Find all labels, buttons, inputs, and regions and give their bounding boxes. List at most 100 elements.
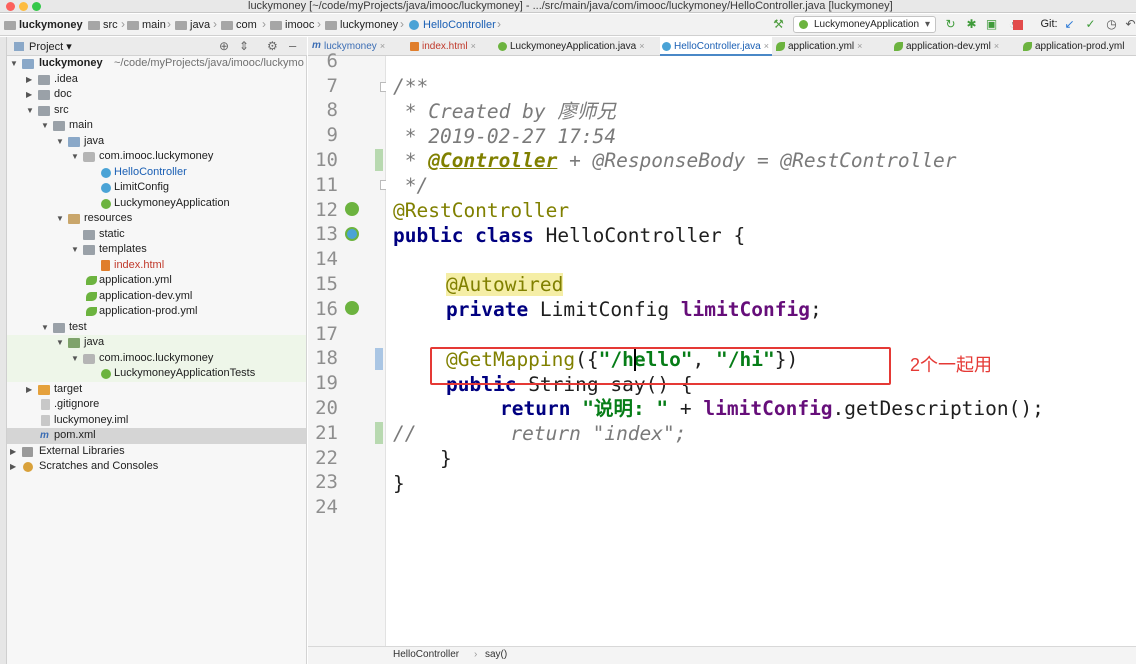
tree-item-java-test[interactable]: ▼ java <box>7 335 306 351</box>
tree-item-limitconfig[interactable]: LimitConfig <box>7 180 306 196</box>
revert-icon[interactable]: ↶ <box>1124 18 1136 31</box>
line-number: 6 <box>326 50 338 72</box>
class-icon <box>409 20 419 30</box>
breadcrumb-com[interactable]: com <box>221 18 257 32</box>
tree-item-doc[interactable]: ▶ doc <box>7 87 306 103</box>
history-icon[interactable]: ◷ <box>1105 18 1118 31</box>
expanded-arrow-icon: ▼ <box>71 152 79 161</box>
line-number: 16 <box>315 297 338 320</box>
expanded-arrow-icon: ▼ <box>41 322 49 332</box>
folder-icon <box>38 74 50 85</box>
breadcrumb-main[interactable]: main <box>127 18 166 32</box>
vcs-change-marker <box>375 422 383 444</box>
minimize-window-button[interactable] <box>19 2 28 11</box>
close-tab-icon[interactable]: × <box>639 41 644 51</box>
project-view-select[interactable]: Project ▾ <box>29 40 72 53</box>
tree-item-src[interactable]: ▼ src <box>7 103 306 119</box>
collapse-all-icon[interactable]: ⇕ <box>239 39 249 53</box>
tree-item-luckymoney[interactable]: ▼ luckymoney ~/code/myProjects/java/imoo… <box>7 56 306 72</box>
git-update-icon[interactable]: ↙ <box>1063 18 1076 31</box>
breadcrumb-imooc[interactable]: imooc <box>270 18 314 32</box>
close-tab-icon[interactable]: × <box>471 41 476 51</box>
run-configuration-select[interactable]: LuckymoneyApplication ▾ <box>793 16 936 33</box>
tree-item-idea[interactable]: ▶ .idea <box>7 72 306 88</box>
tree-item-package-test[interactable]: ▼ com.imooc.luckymoney <box>7 350 306 366</box>
close-tab-icon[interactable]: × <box>764 41 769 51</box>
tree-item-luckymoney-iml[interactable]: luckymoney.iml <box>7 413 306 429</box>
tree-item-static[interactable]: static <box>7 227 306 243</box>
tree-item-application-yml[interactable]: application.yml <box>7 273 306 289</box>
stop-icon[interactable] <box>1013 20 1023 30</box>
breadcrumb-src[interactable]: src <box>86 18 118 32</box>
code-line-15: @Autowired <box>446 273 564 297</box>
close-window-button[interactable] <box>6 2 15 11</box>
annotation-note: 2个一起用 <box>910 355 993 375</box>
hide-panel-icon[interactable]: – <box>289 38 296 53</box>
maximize-window-button[interactable] <box>32 2 41 11</box>
tab-index-html[interactable]: index.html × <box>408 37 494 56</box>
yml-file-icon <box>86 276 97 285</box>
tree-item-application-prod-yml[interactable]: application-prod.yml <box>7 304 306 320</box>
breadcrumb-java[interactable]: java <box>175 18 210 32</box>
tree-item-resources[interactable]: ▼ resources <box>7 211 306 227</box>
tree-item-label: src <box>54 103 69 116</box>
debug-icon[interactable]: ✱ <box>965 18 978 31</box>
folder-icon <box>83 229 95 240</box>
chevron-right-icon: › <box>262 17 266 31</box>
close-tab-icon[interactable]: × <box>857 41 862 51</box>
tree-item-java-main[interactable]: ▼ java <box>7 134 306 150</box>
tab-application-dev-yml[interactable]: application-dev.yml × <box>892 37 1012 56</box>
code-line-10: * @Controller + @ResponseBody = @RestCon… <box>393 149 957 173</box>
spring-bean-icon[interactable] <box>345 202 359 216</box>
expanded-arrow-icon: ▼ <box>41 121 49 130</box>
breadcrumb-hellocontroller[interactable]: HelloController <box>409 18 496 32</box>
navigate-to-bean-icon[interactable] <box>345 301 359 315</box>
tree-item-application-dev-yml[interactable]: application-dev.yml <box>7 289 306 305</box>
tree-item-luckymoneyapplicationtests[interactable]: LuckymoneyApplicationTests <box>7 366 306 382</box>
tree-item-label: application.yml <box>99 274 172 286</box>
tab-application-prod-yml[interactable]: application-prod.yml <box>1021 37 1136 56</box>
tree-item-luckymoneyapplication[interactable]: LuckymoneyApplication <box>7 196 306 212</box>
tab-luckymoneyapplication[interactable]: LuckymoneyApplication.java × <box>496 37 656 56</box>
gear-icon[interactable]: ⚙ <box>267 39 278 53</box>
editor-gutter: 6 7 8 9 10 11 12 13 14 15 16 17 18 19 20… <box>308 50 388 646</box>
text-caret <box>634 349 636 371</box>
close-tab-icon[interactable]: × <box>380 41 385 51</box>
breadcrumb-luckymoney-pkg[interactable]: luckymoney <box>325 18 398 32</box>
git-commit-icon[interactable]: ✓ <box>1084 18 1097 31</box>
locate-icon[interactable]: ⊕ <box>219 39 229 53</box>
editor-tabs: m luckymoney × index.html × LuckymoneyAppl… <box>308 37 1136 56</box>
spring-class-icon[interactable] <box>345 227 359 241</box>
breadcrumb-method[interactable]: say() <box>485 649 507 660</box>
tree-item-pom-xml[interactable]: m pom.xml <box>7 428 306 444</box>
tree-item-index-html[interactable]: index.html <box>7 258 306 274</box>
tree-item-target[interactable]: ▶ target <box>7 382 306 398</box>
chevron-right-icon: › <box>167 17 171 31</box>
resources-folder-icon <box>68 214 80 224</box>
build-hammer-icon[interactable]: ⚒ <box>772 18 785 31</box>
tree-item-label: doc <box>54 88 72 100</box>
folder-icon <box>175 20 187 30</box>
vcs-change-marker <box>375 149 383 171</box>
breadcrumb-luckymoney[interactable]: luckymoney <box>4 18 83 32</box>
close-tab-icon[interactable]: × <box>994 41 999 51</box>
vcs-change-marker <box>375 348 383 370</box>
coverage-icon[interactable]: ▣ <box>985 18 998 31</box>
tab-application-yml[interactable]: application.yml × <box>774 37 888 56</box>
tree-item-package-main[interactable]: ▼ com.imooc.luckymoney <box>7 149 306 165</box>
tab-hellocontroller[interactable]: HelloController.java × <box>660 37 772 56</box>
tree-item-templates[interactable]: ▼ templates <box>7 242 306 258</box>
tree-item-label: target <box>54 382 83 395</box>
tree-item-scratches[interactable]: ▶ Scratches and Consoles <box>7 459 306 475</box>
rerun-icon[interactable]: ↻ <box>944 18 957 31</box>
tree-item-gitignore[interactable]: .gitignore <box>7 397 306 413</box>
folder-icon <box>88 20 100 30</box>
line-number: 21 <box>315 421 338 444</box>
editor-breadcrumb-bar: HelloController › say() <box>308 646 1136 664</box>
tree-item-external-libraries[interactable]: ▶ External Libraries <box>7 444 306 460</box>
breadcrumb-class[interactable]: HelloController <box>393 649 459 660</box>
tree-item-hellocontroller[interactable]: HelloController <box>7 165 306 181</box>
folder-icon <box>83 245 95 255</box>
tree-item-main[interactable]: ▼ main <box>7 118 306 134</box>
tree-item-test[interactable]: ▼ test <box>7 320 306 336</box>
